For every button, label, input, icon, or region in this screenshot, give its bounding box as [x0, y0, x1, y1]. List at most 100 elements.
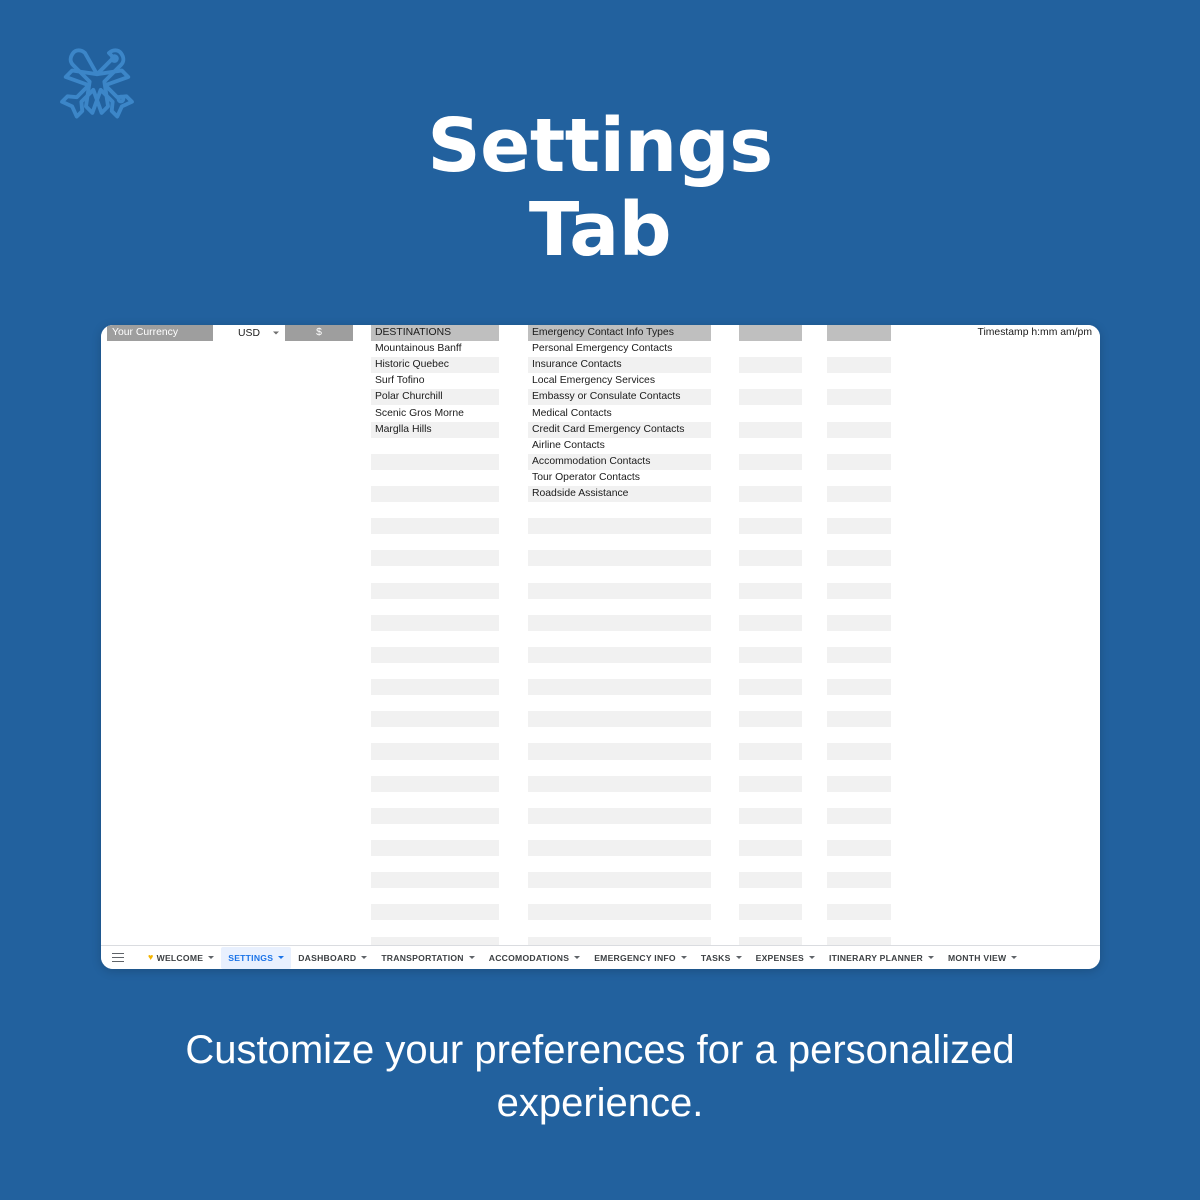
- chevron-down-icon[interactable]: [808, 956, 815, 959]
- table-cell[interactable]: [827, 711, 891, 728]
- table-row[interactable]: [101, 566, 1100, 582]
- table-row[interactable]: [101, 920, 1100, 936]
- table-row[interactable]: [101, 775, 1100, 792]
- table-row[interactable]: [101, 453, 1100, 470]
- table-row[interactable]: [101, 614, 1100, 631]
- table-cell[interactable]: [739, 936, 802, 945]
- table-row[interactable]: [101, 599, 1100, 615]
- chevron-down-icon[interactable]: [574, 956, 581, 959]
- table-cell[interactable]: [528, 389, 711, 406]
- table-cell[interactable]: [528, 421, 711, 438]
- table-cell[interactable]: [371, 646, 499, 663]
- table-cell[interactable]: [371, 872, 499, 889]
- sheet-tab-bar[interactable]: ♥ WELCOME SETTINGS DASHBOARD TRANSPORTATION A…: [101, 945, 1100, 969]
- chevron-down-icon[interactable]: [927, 956, 934, 959]
- table-cell[interactable]: [739, 711, 802, 728]
- table-cell[interactable]: [827, 550, 891, 567]
- tab-expenses[interactable]: EXPENSES: [749, 947, 822, 969]
- table-cell[interactable]: [528, 840, 711, 857]
- table-cell[interactable]: [528, 743, 711, 760]
- table-cell[interactable]: [827, 485, 891, 503]
- table-cell[interactable]: [528, 775, 711, 792]
- table-cell[interactable]: [371, 840, 499, 857]
- tab-transportation[interactable]: TRANSPORTATION: [374, 947, 481, 969]
- spreadsheet-grid[interactable]: DESTINATIONS Mountainous Banff Historic Qu…: [101, 325, 1100, 945]
- table-cell[interactable]: [827, 518, 891, 535]
- table-cell[interactable]: [827, 421, 891, 438]
- table-cell[interactable]: [371, 904, 499, 921]
- chevron-down-icon[interactable]: [680, 956, 687, 959]
- table-cell[interactable]: [528, 550, 711, 567]
- table-cell[interactable]: [371, 325, 499, 342]
- table-cell[interactable]: [371, 679, 499, 696]
- table-cell[interactable]: [528, 807, 711, 824]
- chevron-down-icon[interactable]: [208, 956, 215, 959]
- table-row[interactable]: [101, 743, 1100, 760]
- table-row[interactable]: [101, 711, 1100, 728]
- table-cell[interactable]: [827, 357, 891, 374]
- table-row[interactable]: [101, 534, 1100, 550]
- table-row[interactable]: [101, 582, 1100, 599]
- table-cell[interactable]: [371, 485, 499, 503]
- table-cell[interactable]: [827, 389, 891, 406]
- table-cell[interactable]: [371, 711, 499, 728]
- tab-itinerary-planner[interactable]: ITINERARY PLANNER: [822, 947, 941, 969]
- table-cell[interactable]: [739, 357, 802, 374]
- table-row[interactable]: [101, 373, 1100, 389]
- table-row[interactable]: [101, 679, 1100, 696]
- table-cell[interactable]: [371, 518, 499, 535]
- table-row[interactable]: [101, 631, 1100, 647]
- table-row[interactable]: [101, 341, 1100, 357]
- table-cell[interactable]: [739, 840, 802, 857]
- table-row[interactable]: [101, 824, 1100, 840]
- table-cell[interactable]: [371, 421, 499, 438]
- table-row[interactable]: [101, 405, 1100, 421]
- table-cell[interactable]: [739, 679, 802, 696]
- tab-tasks[interactable]: TASKS: [694, 947, 749, 969]
- table-cell[interactable]: [371, 357, 499, 374]
- table-cell[interactable]: [528, 936, 711, 945]
- tab-settings[interactable]: SETTINGS: [221, 946, 292, 969]
- table-cell[interactable]: [739, 646, 802, 663]
- chevron-down-icon[interactable]: [361, 956, 368, 959]
- table-cell[interactable]: [371, 614, 499, 631]
- table-row[interactable]: [101, 695, 1100, 711]
- tab-accomodations[interactable]: ACCOMODATIONS: [482, 947, 587, 969]
- table-cell[interactable]: [528, 518, 711, 535]
- table-cell[interactable]: [827, 743, 891, 760]
- currency-select[interactable]: USD: [213, 325, 285, 342]
- table-row[interactable]: [101, 438, 1100, 454]
- table-row[interactable]: [101, 760, 1100, 776]
- table-row[interactable]: [101, 421, 1100, 438]
- hamburger-menu-icon[interactable]: [107, 947, 129, 969]
- table-cell[interactable]: [371, 550, 499, 567]
- table-row[interactable]: [101, 904, 1100, 921]
- table-row[interactable]: [101, 357, 1100, 374]
- table-cell[interactable]: [739, 453, 802, 470]
- table-cell[interactable]: [827, 872, 891, 889]
- tab-dashboard[interactable]: DASHBOARD: [291, 947, 374, 969]
- table-cell[interactable]: [739, 485, 802, 503]
- tab-month-view[interactable]: MONTH VIEW: [941, 947, 1024, 969]
- table-cell[interactable]: [371, 807, 499, 824]
- table-row[interactable]: [101, 502, 1100, 518]
- table-cell[interactable]: [827, 807, 891, 824]
- table-cell[interactable]: [827, 775, 891, 792]
- chevron-down-icon[interactable]: [468, 956, 475, 959]
- table-cell[interactable]: [528, 679, 711, 696]
- table-row[interactable]: [101, 807, 1100, 824]
- table-cell[interactable]: [739, 582, 802, 599]
- table-row[interactable]: [101, 485, 1100, 503]
- tab-welcome[interactable]: ♥ WELCOME: [141, 947, 221, 969]
- table-cell[interactable]: [739, 775, 802, 792]
- table-cell[interactable]: [528, 872, 711, 889]
- table-cell[interactable]: [739, 614, 802, 631]
- chevron-down-icon[interactable]: [278, 956, 285, 959]
- table-cell[interactable]: [528, 453, 711, 470]
- table-row[interactable]: [101, 888, 1100, 904]
- table-cell[interactable]: [739, 872, 802, 889]
- table-cell[interactable]: [827, 679, 891, 696]
- table-cell[interactable]: [827, 325, 891, 342]
- table-cell[interactable]: [827, 453, 891, 470]
- table-cell[interactable]: [528, 325, 711, 342]
